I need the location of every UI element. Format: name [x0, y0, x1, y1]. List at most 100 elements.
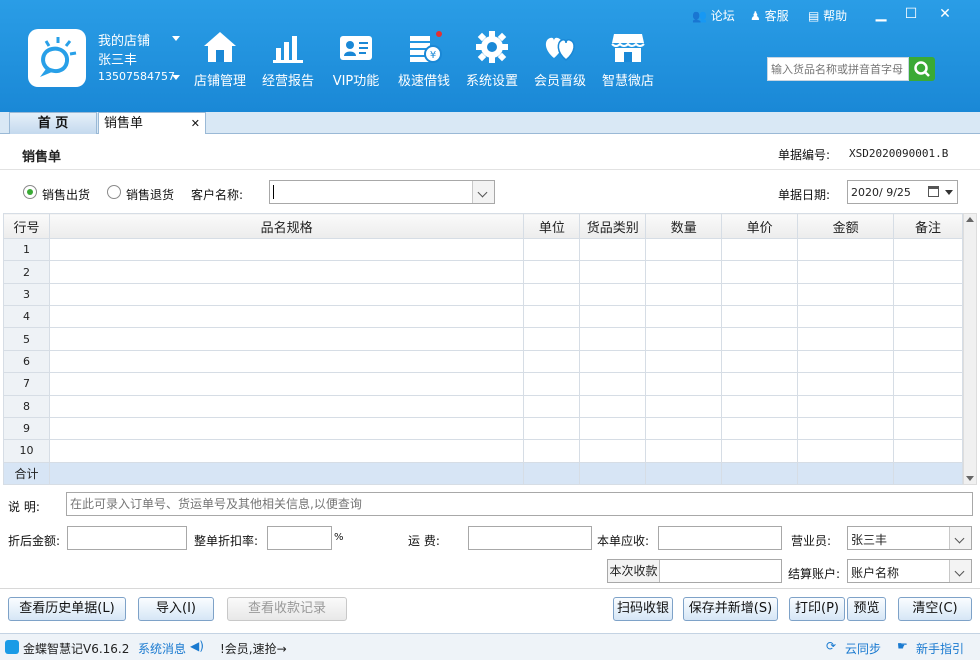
tab-home[interactable]: 首 页	[9, 112, 97, 134]
grid-cell[interactable]	[645, 260, 723, 284]
grid-cell[interactable]	[523, 439, 581, 463]
table-row[interactable]: 5	[3, 327, 963, 351]
grid-cell[interactable]	[645, 394, 723, 418]
grid-cell[interactable]	[48, 439, 525, 463]
grid-cell[interactable]	[797, 416, 895, 441]
grid-cell[interactable]	[579, 237, 647, 262]
grid-cell[interactable]	[645, 305, 723, 329]
ticker-text[interactable]: !会员,速抢→	[220, 640, 287, 657]
nav-shop-manage[interactable]: 店铺管理	[188, 30, 252, 89]
table-row[interactable]: 6	[3, 349, 963, 374]
col-header[interactable]: 金额	[797, 213, 895, 239]
table-row[interactable]: 7	[3, 372, 963, 396]
grid-cell[interactable]	[721, 372, 799, 396]
grid-cell[interactable]	[797, 394, 895, 418]
grid-cell[interactable]	[721, 416, 799, 441]
grid-cell[interactable]	[579, 372, 647, 396]
search-button[interactable]	[909, 57, 935, 81]
grid-cell[interactable]	[48, 282, 525, 307]
grid-cell[interactable]	[523, 394, 581, 418]
grid-cell[interactable]	[893, 260, 963, 284]
receivable-input[interactable]	[658, 526, 782, 550]
received-field[interactable]: 本次收款	[607, 559, 782, 583]
grid-cell[interactable]	[523, 237, 581, 262]
grid-cell[interactable]	[48, 394, 525, 418]
grid-cell[interactable]	[893, 282, 963, 307]
table-row[interactable]: 8	[3, 394, 963, 418]
col-header[interactable]: 行号	[3, 213, 50, 239]
radio-sales-return[interactable]	[107, 185, 121, 199]
grid-cell[interactable]	[721, 439, 799, 463]
grid-cell[interactable]	[645, 372, 723, 396]
grid-cell[interactable]	[797, 237, 895, 262]
col-header[interactable]: 单位	[523, 213, 581, 239]
minimize-button[interactable]: ▁	[866, 5, 896, 23]
nav-vip[interactable]: VIP功能	[324, 30, 388, 89]
radio-sales-out[interactable]	[23, 185, 37, 199]
tab-close-icon[interactable]: ✕	[191, 113, 200, 135]
preview-button[interactable]: 预览	[847, 597, 886, 621]
grid-cell[interactable]	[797, 327, 895, 351]
note-input[interactable]	[66, 492, 973, 516]
col-header[interactable]: 备注	[893, 213, 963, 239]
sales-grid[interactable]: 行号 品名规格 单位 货品类别 数量 单价 金额 备注 1 2 3 4 5 6 7 8 9 10 合…	[3, 213, 963, 486]
grid-cell[interactable]	[48, 237, 525, 262]
search-input[interactable]	[767, 57, 909, 81]
table-row[interactable]: 10	[3, 439, 963, 463]
nav-business-report[interactable]: 经营报告	[256, 30, 320, 89]
grid-cell[interactable]	[523, 372, 581, 396]
history-button[interactable]: 查看历史单据(L)	[8, 597, 126, 621]
grid-cell[interactable]	[579, 282, 647, 307]
grid-cell[interactable]	[579, 439, 647, 463]
clear-button[interactable]: 清空(C)	[898, 597, 972, 621]
help-link[interactable]: ▤ 帮助	[808, 7, 847, 24]
grid-cell[interactable]	[579, 260, 647, 284]
grid-cell[interactable]	[893, 237, 963, 262]
cloud-sync-link[interactable]: 云同步	[845, 640, 881, 657]
grid-cell[interactable]	[797, 305, 895, 329]
table-row[interactable]: 2	[3, 260, 963, 284]
receipts-button[interactable]: 查看收款记录	[227, 597, 347, 621]
grid-cell[interactable]	[579, 327, 647, 351]
scan-button[interactable]: 扫码收银	[613, 597, 673, 621]
guide-link[interactable]: 新手指引	[916, 640, 964, 657]
table-row[interactable]: 1	[3, 237, 963, 262]
date-picker[interactable]: 2020/ 9/25	[847, 180, 958, 204]
grid-cell[interactable]	[645, 416, 723, 441]
nav-member-upgrade[interactable]: 会员晋级	[528, 30, 592, 89]
date-dropdown-icon[interactable]	[945, 190, 953, 195]
grid-cell[interactable]	[579, 349, 647, 374]
calendar-icon[interactable]	[928, 186, 939, 197]
grid-cell[interactable]	[797, 439, 895, 463]
print-button[interactable]: 打印(P)	[789, 597, 845, 621]
grid-cell[interactable]	[721, 282, 799, 307]
grid-cell[interactable]	[523, 260, 581, 284]
grid-cell[interactable]	[645, 237, 723, 262]
grid-cell[interactable]	[721, 305, 799, 329]
grid-cell[interactable]	[48, 327, 525, 351]
grid-cell[interactable]	[797, 260, 895, 284]
account-dropdown-icon[interactable]	[172, 75, 180, 80]
after-discount-input[interactable]	[67, 526, 187, 550]
table-row[interactable]: 9	[3, 416, 963, 441]
grid-cell[interactable]	[893, 327, 963, 351]
grid-cell[interactable]	[523, 305, 581, 329]
grid-cell[interactable]	[48, 260, 525, 284]
grid-cell[interactable]	[579, 305, 647, 329]
col-header[interactable]: 品名规格	[48, 213, 525, 239]
grid-cell[interactable]	[721, 394, 799, 418]
grid-cell[interactable]	[48, 305, 525, 329]
grid-cell[interactable]	[893, 305, 963, 329]
grid-cell[interactable]	[523, 349, 581, 374]
nav-smart-store[interactable]: 智慧微店	[596, 30, 660, 89]
grid-cell[interactable]	[523, 416, 581, 441]
grid-cell[interactable]	[721, 237, 799, 262]
grid-cell[interactable]	[721, 327, 799, 351]
grid-cell[interactable]	[893, 416, 963, 441]
grid-cell[interactable]	[523, 327, 581, 351]
grid-cell[interactable]	[645, 349, 723, 374]
shop-name[interactable]: 我的店铺	[98, 30, 150, 49]
service-link[interactable]: ♟ 客服	[750, 7, 789, 24]
grid-cell[interactable]	[797, 282, 895, 307]
col-header[interactable]: 单价	[721, 213, 799, 239]
